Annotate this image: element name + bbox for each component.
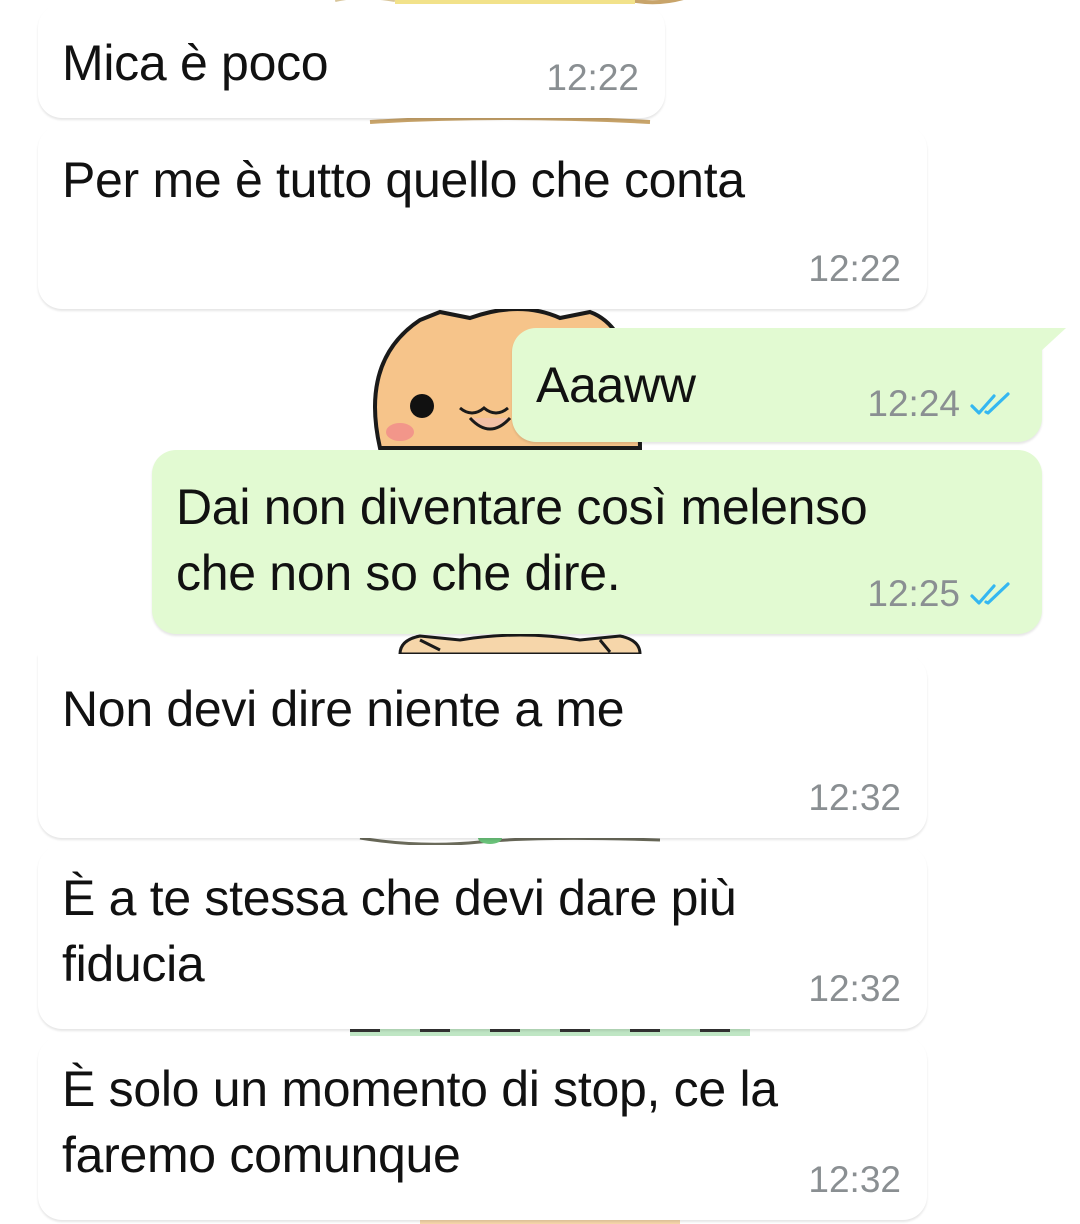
message-text: Per me è tutto quello che conta	[62, 152, 745, 208]
message-meta: 12:25	[867, 574, 1016, 614]
message-meta: 12:22	[546, 58, 639, 98]
incoming-bubble-tail	[14, 654, 40, 678]
message-time: 12:22	[808, 248, 901, 289]
double-check-icon	[970, 582, 1010, 605]
message-meta: 12:24	[867, 384, 1016, 424]
message-text: Non devi dire niente a me	[62, 681, 625, 737]
message-text: Aaaww	[536, 357, 696, 413]
message-line: È solo un momento di stop, ce la	[62, 1061, 778, 1117]
message-line: È a te stessa che devi dare più	[62, 870, 737, 926]
message-time: 12:25	[867, 573, 960, 614]
message-meta: 12:32	[808, 969, 901, 1009]
outgoing-bubble-tail	[1040, 328, 1066, 352]
message-text: Dai non diventare così melenso che non s…	[176, 474, 868, 606]
message-time: 12:22	[546, 57, 639, 98]
message-time: 12:32	[808, 777, 901, 818]
message-text: Mica è poco	[62, 35, 329, 91]
outgoing-message[interactable]: Aaaww 12:24	[512, 328, 1042, 442]
double-check-icon	[970, 392, 1010, 415]
message-time: 12:32	[808, 1159, 901, 1200]
chat-thread: Mica è poco 12:22 Per me è tutto quello …	[0, 0, 1080, 1224]
message-line: che non so che dire.	[176, 545, 621, 601]
message-meta: 12:32	[808, 1160, 901, 1200]
message-text: È solo un momento di stop, ce la faremo …	[62, 1056, 778, 1188]
message-line: faremo comunque	[62, 1127, 461, 1183]
message-time: 12:32	[808, 968, 901, 1009]
incoming-message[interactable]: Mica è poco 12:22	[38, 4, 665, 118]
incoming-message[interactable]: È solo un momento di stop, ce la faremo …	[38, 1036, 927, 1220]
message-time: 12:24	[867, 383, 960, 424]
outgoing-message[interactable]: Dai non diventare così melenso che non s…	[152, 450, 1042, 634]
incoming-message[interactable]: Non devi dire niente a me 12:32	[38, 654, 927, 838]
message-text: È a te stessa che devi dare più fiducia	[62, 865, 737, 997]
incoming-message[interactable]: È a te stessa che devi dare più fiducia …	[38, 845, 927, 1029]
message-meta: 12:22	[808, 249, 901, 289]
message-line: Dai non diventare così melenso	[176, 479, 868, 535]
message-line: fiducia	[62, 936, 205, 992]
message-meta: 12:32	[808, 778, 901, 818]
incoming-message[interactable]: Per me è tutto quello che conta 12:22	[38, 125, 927, 309]
